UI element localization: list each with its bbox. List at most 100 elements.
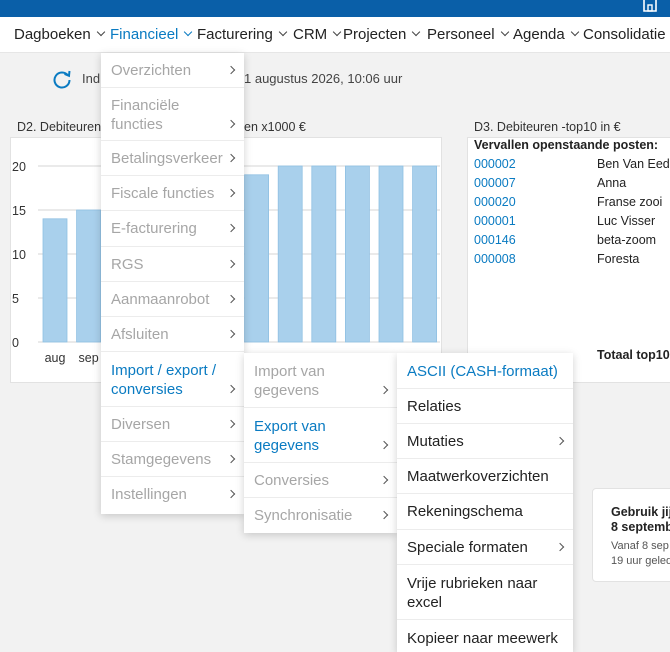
menu-item-conversies[interactable]: Conversies: [244, 463, 397, 498]
menu-item-label: Betalingsverkeer: [111, 150, 223, 167]
menu-item-label: Financiële: [111, 97, 180, 114]
notice-title-line: Gebruik jij: [611, 505, 670, 519]
menu-item-relaties[interactable]: Relaties: [397, 389, 573, 424]
y-tick-label: 10: [12, 248, 26, 262]
debtors-total-label: Totaal top10: [597, 348, 670, 362]
menu-item-label: Export van: [254, 418, 326, 435]
menu-item-label: E-facturering: [111, 220, 197, 237]
notice-title: Gebruik jij 8 septemb: [611, 505, 670, 535]
chevron-right-icon: [226, 329, 236, 339]
menu-item-instellingen[interactable]: Instellingen: [101, 477, 244, 514]
menu-item-label: Import van: [254, 363, 325, 380]
debtor-name: Ben Van Eed: [597, 157, 670, 171]
menu-item-financiele-functies[interactable]: Financiële functies: [101, 88, 244, 141]
x-tick-label: aug: [45, 351, 66, 365]
debtor-name: Franse zooi: [597, 195, 663, 209]
x-tick-label: sep: [79, 351, 99, 365]
menu-item-label: Rekeningschema: [407, 503, 523, 520]
menu-item-import-export-conversies[interactable]: Import / export / conversies: [101, 352, 244, 407]
chevron-right-icon: [379, 475, 389, 485]
menu-item-label: excel: [407, 594, 443, 611]
notice-title-line: 8 septemb: [611, 520, 670, 534]
menu-item-rekeningschema[interactable]: Rekeningschema: [397, 494, 573, 530]
chevron-right-icon: [226, 223, 236, 233]
chevron-right-icon: [226, 489, 236, 499]
debtor-name: beta-zoom: [597, 233, 657, 247]
debtor-code-link[interactable]: 000146: [474, 233, 516, 247]
menu-item-e-facturering[interactable]: E-facturering: [101, 211, 244, 247]
menu-item-aanmaanrobot[interactable]: Aanmaanrobot: [101, 282, 244, 317]
menu-item-maatwerkoverzichten[interactable]: Maatwerkoverzichten: [397, 459, 573, 494]
chevron-right-icon: [379, 440, 389, 450]
menu-item-label: Instellingen: [111, 486, 187, 503]
menu-item-vrije-rubrieken-naar-excel[interactable]: Vrije rubrieken naar excel: [397, 565, 573, 620]
menu-item-rgs[interactable]: RGS: [101, 247, 244, 282]
chevron-right-icon: [226, 384, 236, 394]
y-tick-label: 5: [12, 292, 19, 306]
menu-item-label: conversies: [111, 381, 183, 398]
chevron-right-icon: [379, 385, 389, 395]
menu-item-speciale-formaten[interactable]: Speciale formaten: [397, 530, 573, 565]
chart-bar[interactable]: [311, 165, 337, 343]
menu-item-kopieer-naar-meewerk[interactable]: Kopieer naar meewerk: [397, 620, 573, 652]
chart-bar[interactable]: [378, 165, 404, 343]
menu-item-overzichten[interactable]: Overzichten: [101, 53, 244, 88]
menu-item-betalingsverkeer[interactable]: Betalingsverkeer: [101, 141, 244, 176]
debtor-name: Foresta: [597, 252, 640, 266]
menu-item-stamgegevens[interactable]: Stamgegevens: [101, 442, 244, 477]
menu-item-label: RGS: [111, 256, 144, 273]
notice-body: Vanaf 8 sep 19 uur geled: [611, 539, 670, 569]
chevron-right-icon: [226, 294, 236, 304]
debtor-code-link[interactable]: 000002: [474, 157, 516, 171]
chart-bar[interactable]: [42, 218, 68, 343]
menu-item-label: Fiscale functies: [111, 185, 215, 202]
debtor-name: Luc Visser: [597, 214, 656, 228]
menu-item-import-van-gegevens[interactable]: Import van gegevens: [244, 353, 397, 408]
chevron-right-icon: [226, 65, 236, 75]
menu-item-label: Stamgegevens: [111, 451, 212, 468]
chevron-right-icon: [226, 454, 236, 464]
chart-bar[interactable]: [76, 209, 101, 343]
export-submenu: ASCII (CASH-formaat) Relaties Mutaties M…: [397, 353, 573, 652]
menu-item-label: Conversies: [254, 472, 330, 489]
menu-item-label: Synchronisatie: [254, 507, 353, 524]
chevron-right-icon: [226, 153, 236, 163]
menu-item-label: Vrije rubrieken naar: [407, 575, 538, 592]
debtor-code-link[interactable]: 000007: [474, 176, 516, 190]
menu-item-label: gegevens: [254, 382, 320, 399]
import-export-submenu: Import van gegevens Export van gegevens …: [244, 353, 397, 533]
menu-item-diversen[interactable]: Diversen: [101, 407, 244, 442]
debtor-code-link[interactable]: 000008: [474, 252, 516, 266]
chart-bar[interactable]: [277, 165, 303, 343]
menu-item-label: Kopieer naar meewerk: [407, 630, 558, 647]
y-tick-label: 20: [12, 160, 26, 174]
menu-item-label: Overzichten: [111, 62, 192, 79]
menu-item-label: ASCII (CASH-formaat): [407, 363, 558, 380]
debtor-code-link[interactable]: 000020: [474, 195, 516, 209]
menu-item-label: Relaties: [407, 398, 462, 415]
menu-item-ascii-cash-formaat[interactable]: ASCII (CASH-formaat): [397, 353, 573, 389]
chevron-right-icon: [226, 188, 236, 198]
menu-item-afsluiten[interactable]: Afsluiten: [101, 317, 244, 352]
menu-item-synchronisatie[interactable]: Synchronisatie: [244, 498, 397, 533]
menu-item-mutaties[interactable]: Mutaties: [397, 424, 573, 459]
menu-item-fiscale-functies[interactable]: Fiscale functies: [101, 176, 244, 211]
chart-bar[interactable]: [344, 165, 370, 343]
menu-item-label: Mutaties: [407, 433, 464, 450]
chevron-right-icon: [226, 419, 236, 429]
notice-card[interactable]: Gebruik jij 8 septemb Vanaf 8 sep 19 uur…: [592, 488, 670, 582]
chart-bar[interactable]: [412, 165, 438, 343]
notice-body-line: Vanaf 8 sep: [611, 540, 669, 552]
chevron-right-icon: [226, 119, 236, 129]
notice-body-line: 19 uur geled: [611, 555, 670, 567]
menu-item-label: gegevens: [254, 437, 320, 454]
menu-item-label: Maatwerkoverzichten: [407, 468, 549, 485]
debtor-name: Anna: [597, 176, 627, 190]
chart-bar[interactable]: [244, 174, 270, 343]
menu-item-label: functies: [111, 116, 163, 133]
y-tick-label: 0: [12, 336, 19, 350]
debtor-code-link[interactable]: 000001: [474, 214, 516, 228]
chevron-right-icon: [379, 510, 389, 520]
menu-item-label: Aanmaanrobot: [111, 291, 210, 308]
menu-item-export-van-gegevens[interactable]: Export van gegevens: [244, 408, 397, 463]
